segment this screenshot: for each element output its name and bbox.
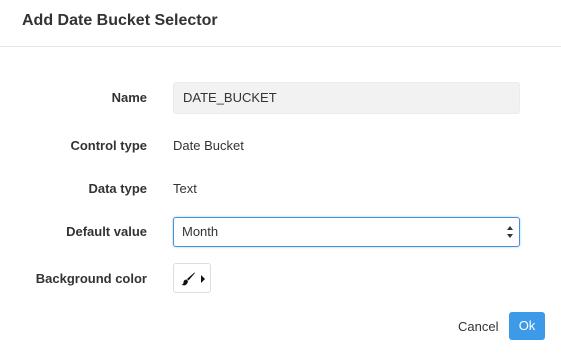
name-label: Name — [111, 90, 147, 105]
background-color-label: Background color — [35, 271, 147, 286]
control-type-value: Date Bucket — [173, 138, 244, 153]
control-type-label: Control type — [70, 138, 147, 153]
default-value-selected: Month — [182, 224, 219, 239]
data-type-value: Text — [173, 181, 197, 196]
ok-button[interactable]: Ok — [509, 312, 545, 340]
select-arrows-icon — [507, 226, 513, 238]
default-value-label: Default value — [66, 224, 147, 239]
control-type-row: Control type Date Bucket — [0, 130, 561, 162]
name-row: Name DATE_BUCKET — [0, 82, 561, 114]
caret-right-icon — [201, 275, 205, 283]
add-date-bucket-dialog: Add Date Bucket Selector Name DATE_BUCKE… — [0, 0, 561, 354]
data-type-label: Data type — [88, 181, 147, 196]
default-value-select[interactable]: Month — [173, 217, 520, 247]
brush-icon — [181, 272, 195, 286]
data-type-row: Data type Text — [0, 173, 561, 205]
default-value-row: Default value Month — [0, 217, 561, 249]
header-divider — [0, 46, 561, 47]
name-field[interactable]: DATE_BUCKET — [173, 82, 520, 114]
background-color-row: Background color — [0, 263, 561, 295]
background-color-picker[interactable] — [173, 263, 211, 293]
cancel-button[interactable]: Cancel — [452, 314, 504, 340]
dialog-title: Add Date Bucket Selector — [22, 12, 218, 29]
